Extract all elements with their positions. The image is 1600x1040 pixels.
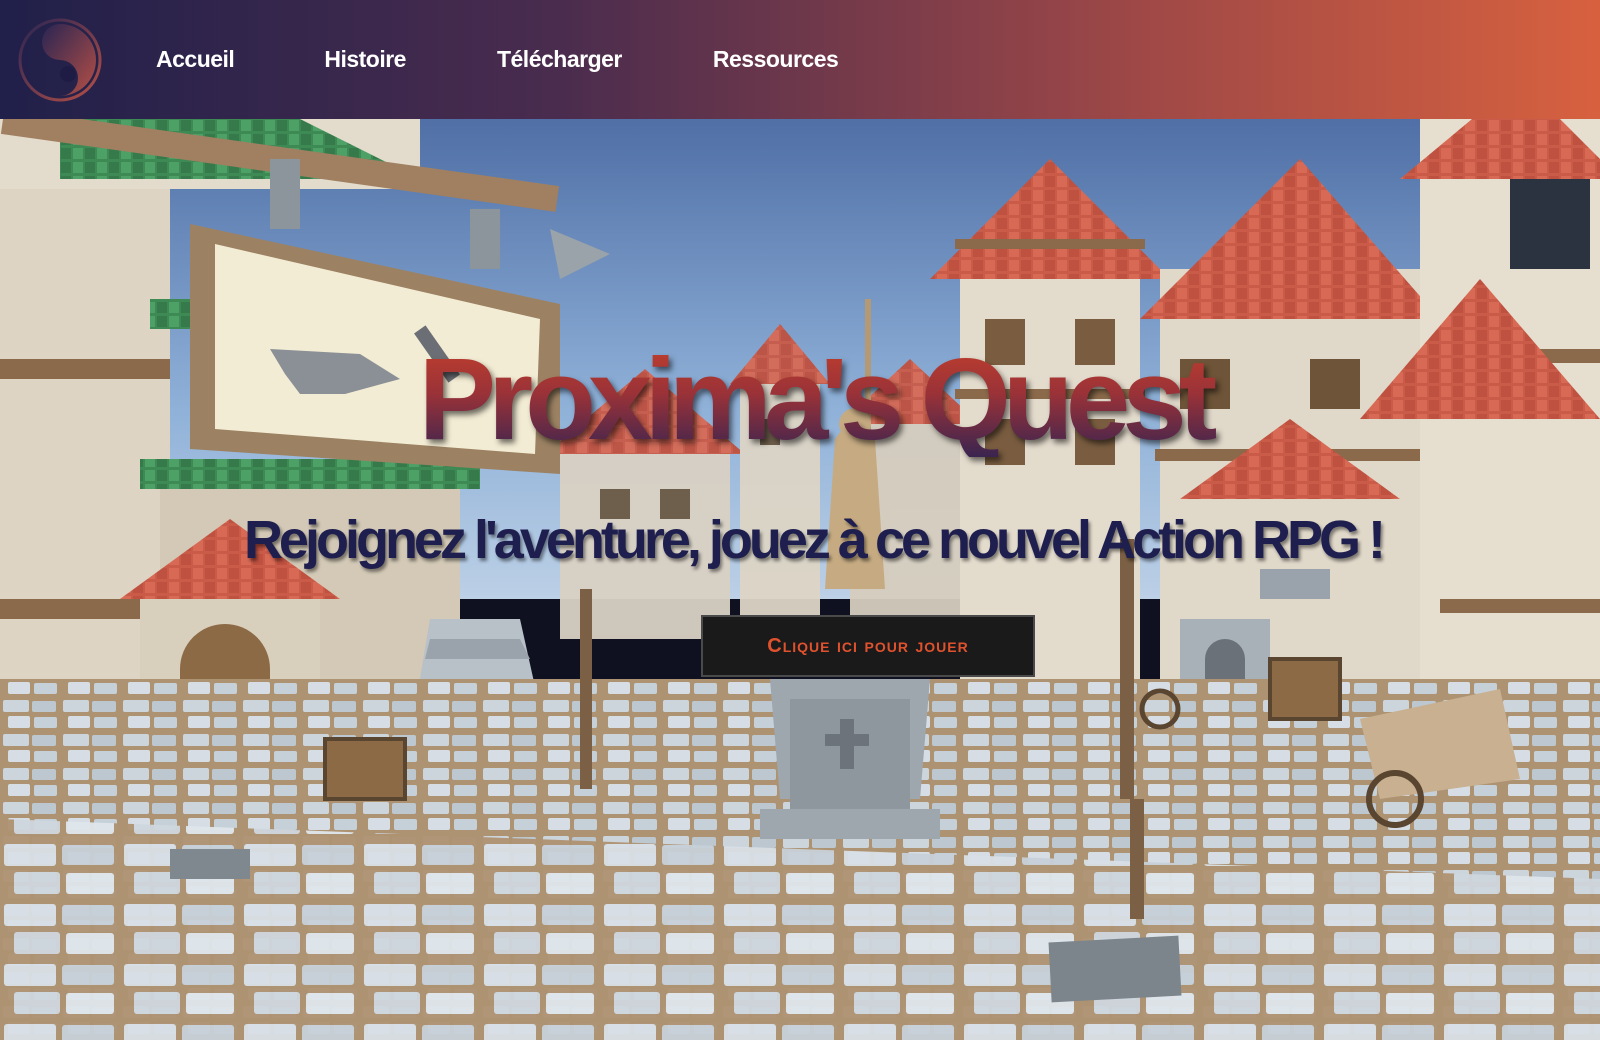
hero-tagline: Rejoignez l'aventure, jouez à ce nouvel …	[243, 510, 1386, 570]
nav-link-accueil[interactable]: Accueil	[156, 46, 235, 73]
play-now-button[interactable]: Clique ici pour jouer	[701, 615, 1035, 677]
hero-section: Proxima's Quest Rejoignez l'aventure, jo…	[0, 119, 1600, 1040]
nav-link-ressources[interactable]: Ressources	[713, 46, 839, 73]
proxima-swirl-logo-icon[interactable]	[16, 16, 104, 104]
game-title-heading: Proxima's Quest	[0, 341, 1600, 457]
nav-link-histoire[interactable]: Histoire	[324, 46, 406, 73]
top-navigation-bar: Accueil Histoire Télécharger Ressources	[0, 0, 1600, 119]
nav-link-telecharger[interactable]: Télécharger	[497, 46, 622, 73]
main-nav-links: Accueil Histoire Télécharger Ressources	[156, 0, 839, 119]
medieval-village-background-image	[0, 119, 1600, 1040]
